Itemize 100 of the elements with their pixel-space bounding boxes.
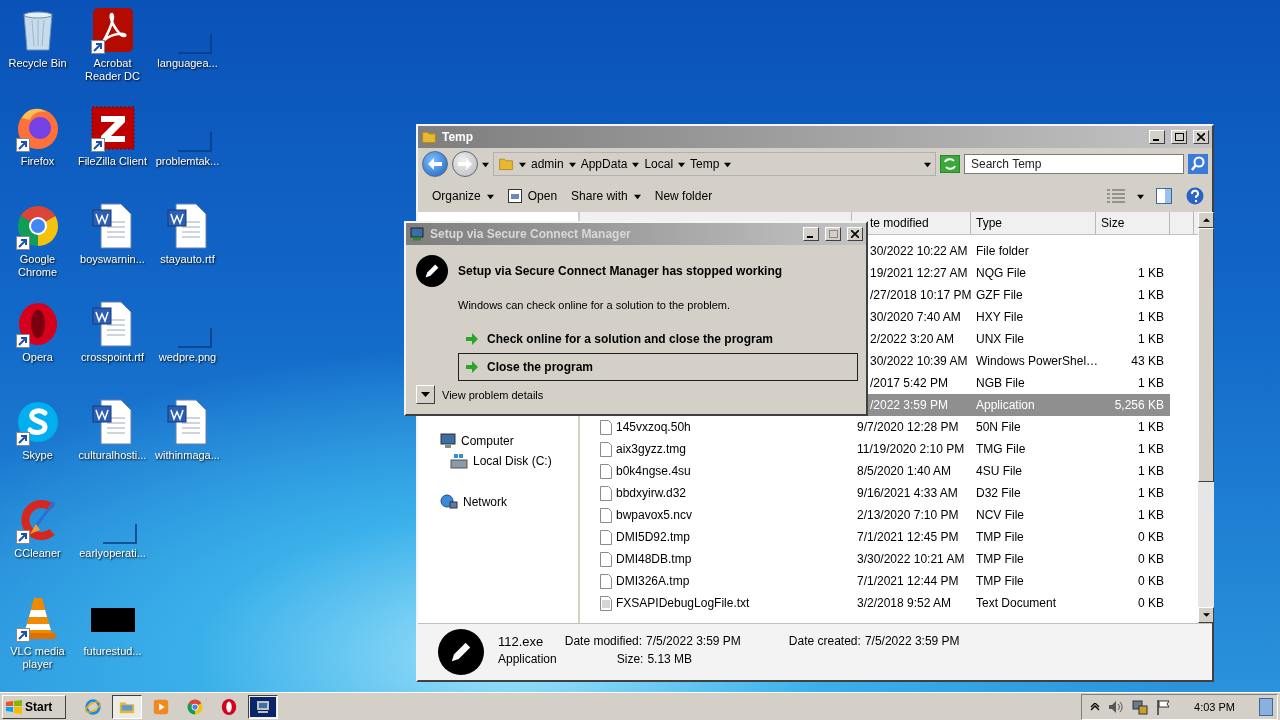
size-cell-text: 1 KB [1137, 310, 1165, 324]
folder-icon [498, 156, 514, 172]
close-button[interactable] [847, 227, 863, 241]
search-field[interactable]: Search Temp [964, 154, 1184, 174]
expand-button[interactable] [416, 385, 435, 404]
column-header[interactable]: Type [971, 212, 1096, 234]
file-row[interactable]: bwpavox5.ncv 2/13/2020 7:10 PM NCV File 1 KB [580, 504, 1170, 526]
file-row[interactable]: DMI326A.tmp 7/1/2021 12:44 PM TMP File 0 KB [580, 570, 1170, 592]
desktop-icon-label[interactable]: boyswarnin... [80, 253, 145, 266]
scrollbar[interactable] [1198, 212, 1214, 623]
preview-pane-button[interactable] [1156, 188, 1172, 204]
desktop-icon-label[interactable]: crosspoint.rtf [81, 351, 144, 364]
shortcut-arrow-icon [15, 138, 30, 152]
date-cell-text: 2/2022 3:20 AM [869, 332, 956, 346]
desktop-icon-label[interactable]: languagea... [157, 57, 218, 70]
file-row[interactable]: b0k4ngse.4su 8/5/2020 1:40 AM 4SU File 1 KB [580, 460, 1170, 482]
detail-value: 7/5/2022 3:59 PM [646, 634, 741, 650]
search-button[interactable] [1188, 154, 1208, 174]
shortcut-arrow-icon [15, 432, 30, 446]
desktop-icon-label[interactable]: Google Chrome [17, 253, 58, 279]
command-link[interactable]: Check online for a solution and close the program [458, 325, 858, 353]
scroll-down-button[interactable] [1198, 607, 1214, 623]
forward-button[interactable] [452, 151, 478, 177]
file-row[interactable]: FXSAPIDebugLogFile.txt 3/2/2018 9:52 AM Text Document 0 KB [580, 592, 1170, 614]
size-cell-text: 1 KB [1137, 266, 1165, 280]
desktop-icon-label[interactable]: Opera [22, 351, 53, 364]
type-cell-text: Text Document [975, 596, 1058, 610]
clock[interactable]: 4:03 PM [1194, 700, 1235, 713]
network-status-icon[interactable] [1132, 698, 1149, 715]
file-type: Application [498, 652, 557, 668]
desktop-icon-label[interactable]: wedpre.png [158, 351, 217, 364]
breadcrumb[interactable]: Local [644, 157, 674, 171]
show-desktop-icon[interactable] [1259, 697, 1273, 716]
scroll-up-button[interactable] [1198, 212, 1214, 228]
breadcrumb[interactable]: Temp [690, 157, 720, 171]
file-icon [600, 507, 612, 523]
minimize-button[interactable] [1149, 130, 1165, 144]
desktop-icon-label[interactable]: problemtak... [155, 155, 220, 168]
size-cell-text: 5,256 KB [1113, 398, 1165, 412]
taskbar-app-button[interactable] [112, 694, 142, 719]
file-row[interactable]: bbdxyirw.d32 9/16/2021 4:33 AM D32 File 1 KB [580, 482, 1170, 504]
file-row[interactable]: 145vxzoq.50h 9/7/2020 12:28 PM 50N File 1 KB [580, 416, 1170, 438]
maximize-button[interactable] [825, 227, 841, 241]
date-cell-text: 2/13/2020 7:10 PM [856, 508, 960, 522]
type-cell-text: HXY File [975, 310, 1025, 324]
size-cell-text: 0 KB [1137, 552, 1165, 566]
toolbar-button[interactable]: Share with [565, 186, 647, 206]
details-toggle-label[interactable]: View problem details [442, 388, 544, 401]
scroll-thumb[interactable] [1198, 228, 1214, 482]
maximize-button[interactable] [1171, 130, 1187, 144]
desktop-icon-label[interactable]: withinmaga... [155, 449, 220, 462]
type-cell-text: Windows PowerShel… [975, 354, 1096, 368]
minimize-button[interactable] [803, 227, 819, 241]
file-row[interactable]: aix3gyzz.tmg 11/19/2020 2:10 PM TMG File 1 KB [580, 438, 1170, 460]
help-button[interactable] [1186, 187, 1204, 205]
flag-icon[interactable] [1156, 698, 1171, 715]
caret-icon [724, 160, 732, 168]
date-cell-text: 30/2022 10:22 AM [869, 244, 969, 258]
nav-item[interactable]: Network [463, 494, 507, 509]
breadcrumb[interactable]: AppData [580, 157, 628, 171]
chevron-up-icon[interactable] [1090, 702, 1101, 711]
desktop-icon-label[interactable]: stayauto.rtf [160, 253, 215, 266]
file-icon [600, 419, 612, 435]
command-link[interactable]: Close the program [458, 353, 858, 381]
speaker-icon[interactable] [1108, 699, 1125, 714]
taskbar-app-button[interactable] [248, 694, 278, 719]
toolbar-button[interactable]: New folder [648, 186, 719, 206]
back-button[interactable] [422, 151, 448, 177]
view-dropdown[interactable] [1137, 192, 1144, 200]
close-button[interactable] [1193, 130, 1209, 144]
size-cell-text: 1 KB [1137, 376, 1165, 390]
toolbar-button[interactable]: Open [501, 186, 564, 206]
nav-item[interactable]: Computer [461, 433, 514, 448]
desktop-icon-label[interactable]: Acrobat Reader DC [85, 57, 140, 83]
maximize-icon [828, 230, 838, 238]
desktop-icon-label[interactable]: Recycle Bin [8, 57, 67, 70]
type-cell-text: NQG File [975, 266, 1027, 280]
desktop-icon-label[interactable]: Firefox [20, 155, 55, 168]
desktop-icon-label[interactable]: Skype [22, 449, 53, 462]
type-cell-text: File folder [975, 244, 1030, 258]
file-row[interactable]: DMI48DB.tmp 3/30/2022 10:21 AM TMP File 0 KB [580, 548, 1170, 570]
caret-icon [678, 160, 686, 168]
history-dropdown[interactable] [482, 160, 489, 168]
forward-arrow-icon [458, 158, 472, 170]
detail-label: Date created: [788, 634, 861, 650]
desktop-icon-label[interactable]: culturalhosti... [78, 449, 147, 462]
window-title: Temp [442, 130, 475, 144]
column-header[interactable]: Size [1096, 212, 1170, 234]
type-cell-text: 4SU File [975, 464, 1023, 478]
address-bar[interactable]: admin AppData Local Temp [493, 152, 936, 176]
date-cell-text: 8/5/2020 1:40 AM [856, 464, 953, 478]
file-row[interactable]: DMI5D92.tmp 7/1/2021 12:45 PM TMP File 0 KB [580, 526, 1170, 548]
size-cell-text: 1 KB [1137, 486, 1165, 500]
refresh-button[interactable] [940, 155, 960, 173]
desktop-icon-label[interactable]: FileZilla Client [77, 155, 148, 168]
start-button[interactable]: Start [2, 694, 66, 719]
nav-item[interactable]: Local Disk (C:) [473, 453, 552, 468]
ring-logo-icon [220, 697, 238, 716]
breadcrumb[interactable]: admin [531, 157, 564, 171]
toolbar-button[interactable]: Organize [426, 186, 500, 206]
